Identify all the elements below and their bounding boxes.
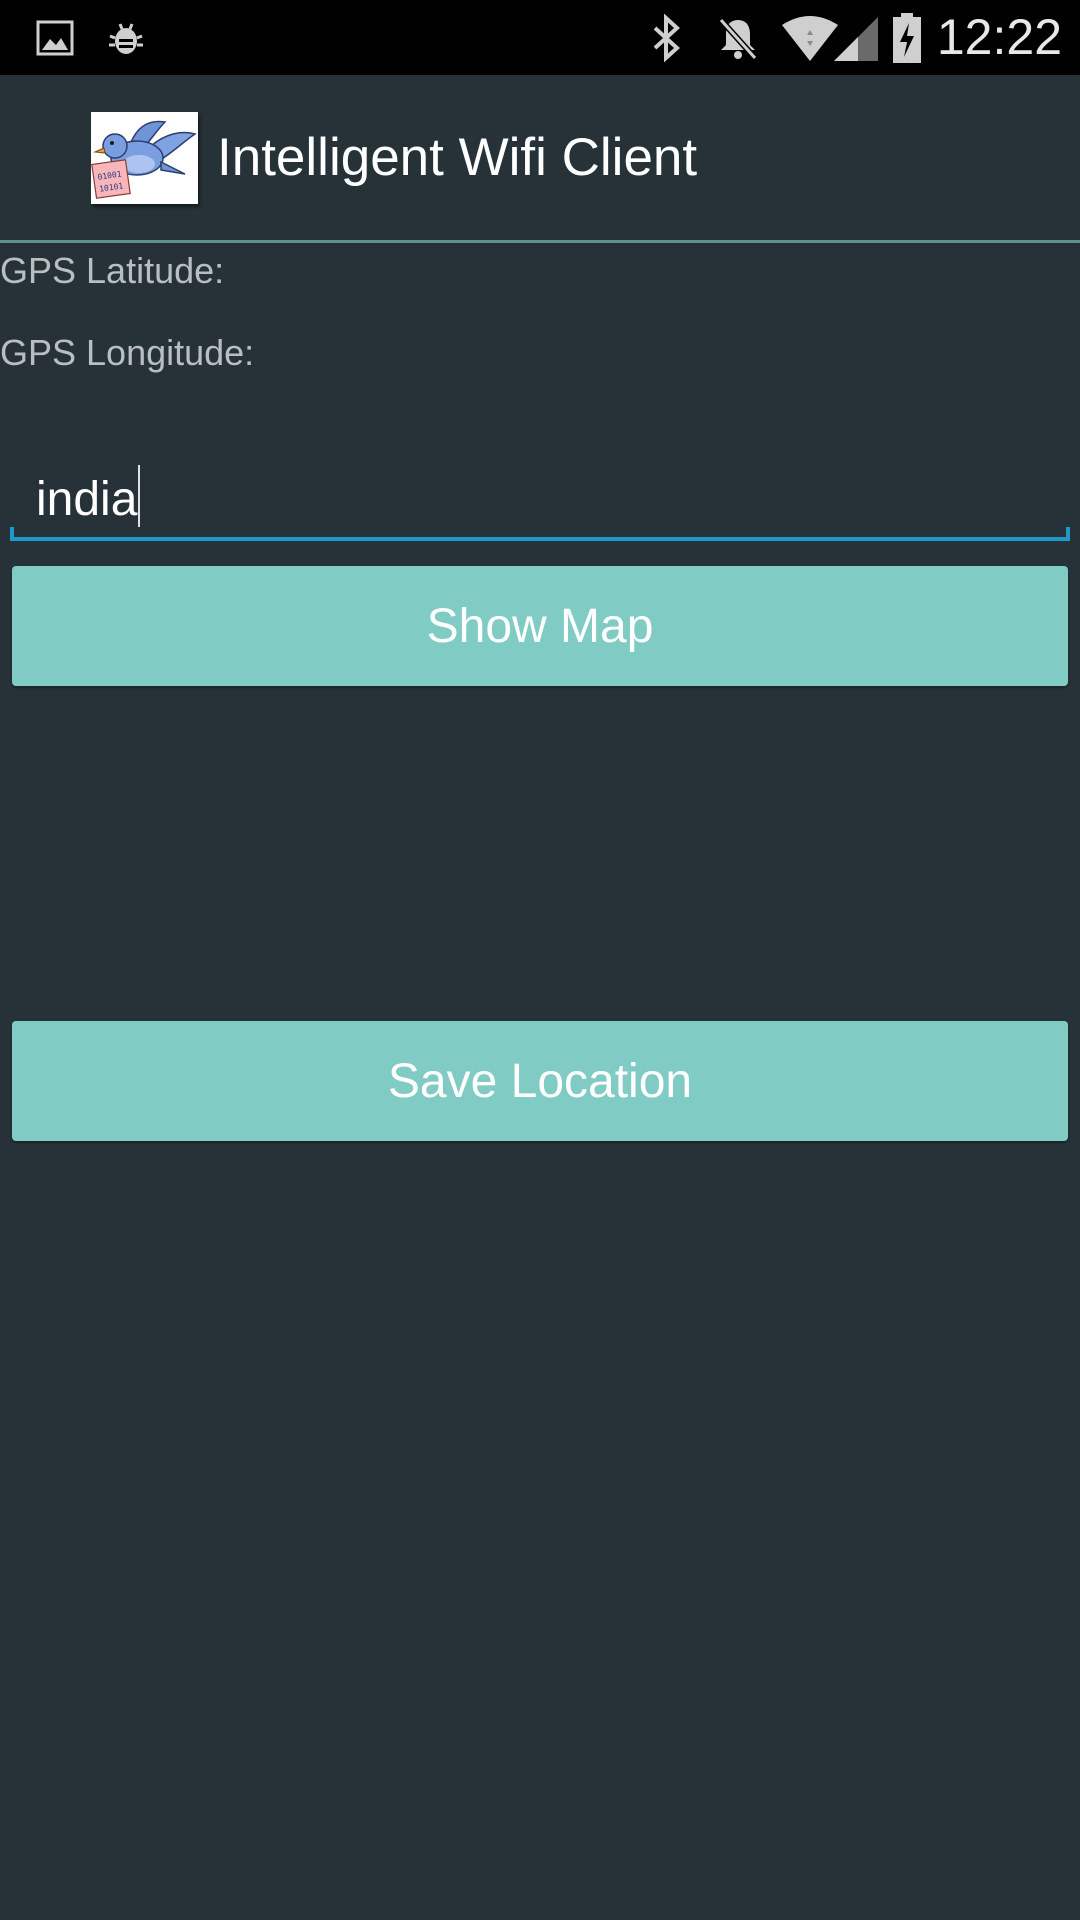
status-bar: 12:22	[0, 0, 1080, 75]
bluetooth-icon	[646, 0, 686, 75]
action-bar-divider	[0, 240, 1080, 243]
wifi-signal-icon	[780, 0, 880, 75]
input-underline	[10, 537, 1070, 541]
gps-longitude-label: GPS Longitude:	[0, 332, 255, 373]
text-caret	[138, 465, 141, 527]
show-map-button[interactable]: Show Map	[12, 566, 1068, 686]
battery-charging-icon	[890, 0, 924, 75]
notifications-off-icon	[714, 0, 762, 75]
app-logo: 01001 10101	[91, 112, 198, 204]
app-title: Intelligent Wifi Client	[217, 128, 698, 187]
action-bar: 01001 10101 Intelligent Wifi Client	[0, 75, 1080, 240]
status-clock: 12:22	[936, 9, 1062, 65]
location-input-value: india	[36, 473, 138, 526]
gps-latitude-label: GPS Latitude:	[0, 250, 225, 291]
bug-icon	[106, 0, 146, 75]
save-location-button[interactable]: Save Location	[12, 1021, 1068, 1141]
image-notification-icon	[36, 0, 74, 75]
location-input[interactable]: india	[10, 455, 1070, 541]
location-input-text[interactable]: india	[36, 465, 141, 527]
